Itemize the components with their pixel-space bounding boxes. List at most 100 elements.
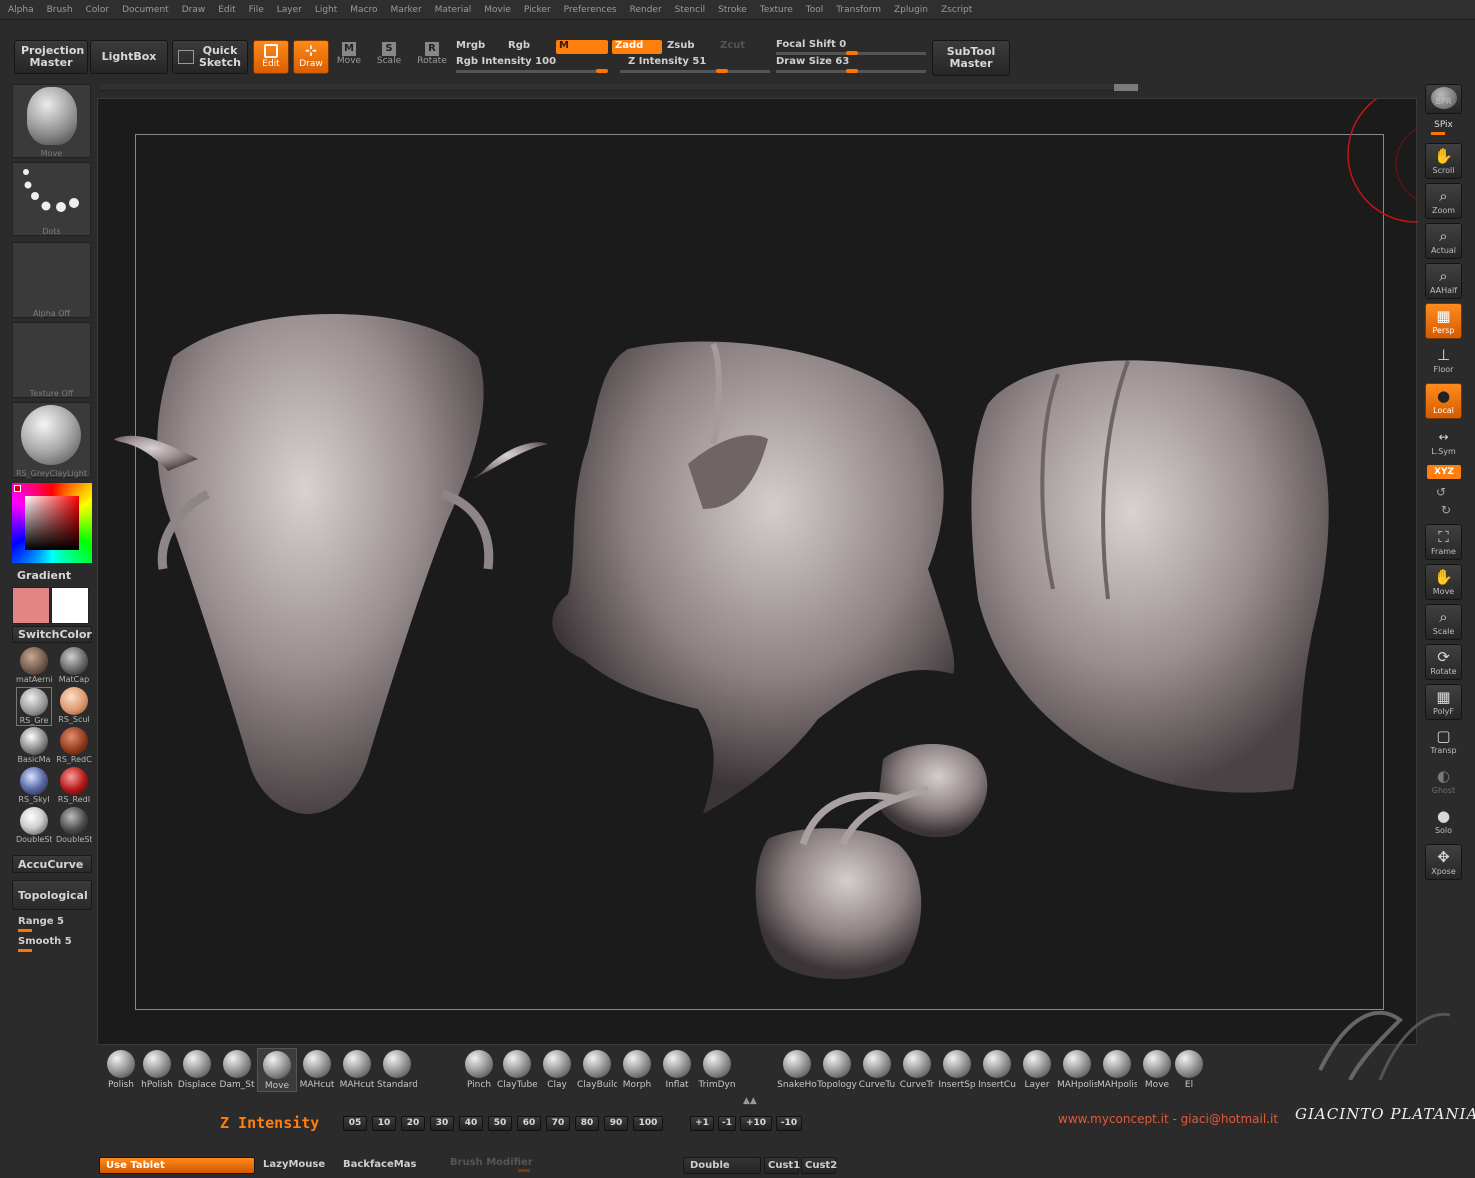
cust2-button[interactable]: Cust2 (801, 1157, 837, 1174)
topological-button[interactable]: Topological (12, 880, 92, 910)
z-intensity-preset-button[interactable]: 20 (401, 1116, 425, 1131)
brush-item[interactable]: ClayBuild (577, 1048, 617, 1090)
collapse-up-icon[interactable]: ▲▲ (743, 1096, 757, 1106)
menu-item[interactable]: Tool (806, 5, 823, 15)
menu-item[interactable]: Zplugin (894, 5, 928, 15)
draw-button[interactable]: ⊹ Draw (293, 40, 329, 74)
subtool-master-button[interactable]: SubTool Master (932, 40, 1010, 76)
mrgb-toggle[interactable]: Mrgb (456, 40, 485, 51)
menu-item[interactable]: Render (630, 5, 662, 15)
menu-item[interactable]: Texture (760, 5, 793, 15)
z-intensity-preset-button[interactable]: 40 (459, 1116, 483, 1131)
menu-item[interactable]: Marker (391, 5, 422, 15)
z-intensity-step-button[interactable]: -1 (718, 1116, 736, 1131)
z-intensity-step-button[interactable]: +10 (740, 1116, 772, 1131)
menu-item[interactable]: Macro (350, 5, 377, 15)
local-button[interactable]: ● Local (1425, 383, 1462, 419)
brush-item[interactable]: InsertSp (937, 1048, 977, 1090)
material-swatch[interactable]: DoubleSt (56, 807, 92, 844)
focal-shift-fill[interactable] (846, 51, 858, 55)
rgb-intensity-fill[interactable] (596, 69, 608, 73)
menu-item[interactable]: Light (315, 5, 337, 15)
menu-item[interactable]: Picker (524, 5, 551, 15)
menu-item[interactable]: Alpha (8, 5, 34, 15)
brush-item[interactable]: hPolish (137, 1048, 177, 1090)
alpha-thumbnail[interactable]: Alpha Off (12, 242, 91, 318)
material-swatch[interactable]: matAerni (16, 647, 52, 684)
material-thumbnail[interactable]: RS_GreyClayLight (12, 402, 91, 478)
scale-button[interactable]: S Scale (374, 42, 404, 74)
brush-item[interactable]: ClayTube (497, 1048, 537, 1090)
move-button[interactable]: M Move (334, 42, 364, 74)
toolbar-scroll-strip[interactable] (100, 84, 1140, 91)
z-intensity-fill[interactable] (716, 69, 728, 73)
z-intensity-preset-button[interactable]: 100 (633, 1116, 663, 1131)
material-swatch[interactable]: BasicMa (16, 727, 52, 764)
brush-item[interactable]: Pinch (459, 1048, 499, 1090)
rotate-y-icon[interactable]: ↺ (1436, 485, 1446, 499)
z-intensity-step-button[interactable]: +1 (690, 1116, 714, 1131)
color-picker-square[interactable] (25, 496, 79, 550)
rgb-toggle[interactable]: Rgb (508, 40, 530, 51)
brush-item[interactable]: CurveTr (897, 1048, 937, 1090)
brush-item[interactable]: MAHcut (337, 1048, 377, 1090)
toolbar-scroll-handle[interactable] (1114, 84, 1138, 91)
xpose-button[interactable]: ✥ Xpose (1425, 844, 1462, 880)
gradient-label[interactable]: Gradient (12, 567, 92, 583)
texture-thumbnail[interactable]: Texture Off (12, 322, 91, 398)
brush-item[interactable]: Layer (1017, 1048, 1057, 1090)
material-swatch[interactable]: RS_Gre (16, 687, 52, 726)
material-swatch[interactable]: RS_RedC (56, 727, 92, 764)
menu-item[interactable]: Color (86, 5, 110, 15)
brush-thumbnail[interactable]: Move (12, 84, 91, 158)
material-swatch[interactable]: DoubleSt (16, 807, 52, 844)
floor-button[interactable]: ⊥ Floor (1425, 343, 1462, 379)
menu-item[interactable]: Preferences (564, 5, 617, 15)
brush-item[interactable]: Move (257, 1048, 297, 1092)
draw-size-slider[interactable]: Draw Size 63 (776, 56, 849, 67)
secondary-color-swatch[interactable] (51, 587, 89, 624)
menu-item[interactable]: File (249, 5, 264, 15)
lightbox-button[interactable]: LightBox (90, 40, 168, 74)
z-intensity-preset-button[interactable]: 50 (488, 1116, 512, 1131)
zcut-toggle[interactable]: Zcut (720, 40, 745, 51)
draw-size-fill[interactable] (846, 69, 858, 73)
brush-item[interactable]: Displace (177, 1048, 217, 1090)
xyz-button[interactable]: XYZ (1427, 465, 1461, 479)
focal-shift-slider[interactable]: Focal Shift 0 (776, 39, 846, 50)
primary-color-swatch[interactable] (12, 587, 50, 624)
zoom-button[interactable]: ⌕ Zoom (1425, 183, 1462, 219)
menu-item[interactable]: Movie (484, 5, 511, 15)
menu-item[interactable]: Draw (182, 5, 206, 15)
backface-mask-button[interactable]: BackfaceMas (337, 1157, 437, 1174)
brush-item[interactable]: MAHpolis (1057, 1048, 1097, 1090)
brush-item[interactable]: MAHcut (297, 1048, 337, 1090)
use-tablet-button[interactable]: Use Tablet (99, 1157, 255, 1174)
menu-item[interactable]: Stencil (675, 5, 705, 15)
aahalf-button[interactable]: ⌕ AAHalf (1425, 263, 1462, 299)
move-view-button[interactable]: ✋ Move (1425, 564, 1462, 600)
material-swatch[interactable]: RS_SkyI (16, 767, 52, 804)
spix-slider[interactable]: SPix (1425, 120, 1462, 138)
material-swatch[interactable]: RS_Scul (56, 687, 92, 724)
rotate-view-button[interactable]: ⟳ Rotate (1425, 644, 1462, 680)
lazymouse-button[interactable]: LazyMouse (257, 1157, 335, 1174)
brush-item[interactable]: Morph (617, 1048, 657, 1090)
range-slider[interactable]: Range 5 (18, 916, 92, 932)
z-intensity-preset-button[interactable]: 60 (517, 1116, 541, 1131)
menu-item[interactable]: Zscript (941, 5, 972, 15)
brush-item[interactable]: Standard (377, 1048, 417, 1090)
brush-item[interactable]: InsertCu (977, 1048, 1017, 1090)
document-canvas[interactable] (97, 98, 1418, 1045)
solo-button[interactable]: ● Solo (1425, 804, 1462, 840)
z-intensity-step-button[interactable]: -10 (776, 1116, 802, 1131)
rgb-intensity-slider[interactable]: Rgb Intensity 100 (456, 56, 556, 67)
z-intensity-preset-button[interactable]: 05 (343, 1116, 367, 1131)
cust1-button[interactable]: Cust1 (764, 1157, 800, 1174)
persp-button[interactable]: ▦ Persp (1425, 303, 1462, 339)
transp-button[interactable]: ▢ Transp (1425, 724, 1462, 760)
frame-button[interactable]: ⛶ Frame (1425, 524, 1462, 560)
brush-item[interactable]: Clay (537, 1048, 577, 1090)
brush-item[interactable]: CurveTu (857, 1048, 897, 1090)
material-swatch[interactable]: RS_RedI (56, 767, 92, 804)
